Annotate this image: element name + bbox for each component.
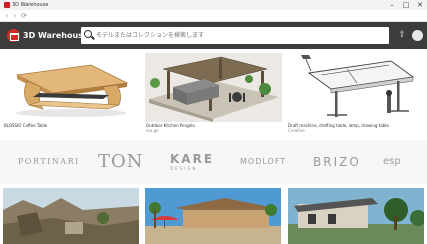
window-titlebar: 3D Warehouse – □ ✕ (0, 0, 427, 10)
model-card[interactable]: BLOSSIO Coffee Table (3, 53, 140, 135)
minimize-button[interactable]: – (385, 0, 399, 10)
brand-logo-ton[interactable]: TON (98, 152, 144, 172)
app-icon (4, 2, 10, 8)
window-title: 3D Warehouse (12, 2, 49, 8)
reload-button[interactable]: ⟳ (20, 11, 28, 21)
model-thumbnail[interactable] (288, 188, 424, 244)
brand-logo-esp[interactable]: esp (383, 152, 401, 172)
brand-logo-kare-sub: DESIGN (170, 166, 198, 171)
model-thumbnail[interactable] (145, 53, 282, 122)
maximize-button[interactable]: □ (399, 0, 413, 10)
site-header: 3D Warehouse ⇪ (0, 22, 427, 49)
search-input[interactable] (96, 28, 384, 43)
search-box[interactable] (81, 27, 389, 44)
brand-logo-kare[interactable]: KARE DESIGN (170, 152, 214, 172)
brand-logo-brizo[interactable]: BRIZO (313, 152, 361, 172)
model-title[interactable]: BLOSSIO Coffee Table (4, 123, 140, 128)
model-author[interactable]: mu.ge (146, 128, 282, 133)
brand-strip: PORTINARI TON KARE DESIGN MODLOFT BRIZO … (0, 140, 427, 184)
search-icon[interactable] (84, 30, 92, 38)
forward-button[interactable]: › (11, 11, 19, 21)
model-thumbnail[interactable] (287, 53, 424, 122)
warehouse-logo-icon[interactable] (7, 29, 20, 42)
model-card[interactable]: Outdoor Kitchen Pergola mu.ge (145, 53, 282, 135)
browser-nav-bar: ‹ › ⟳ (0, 10, 427, 22)
back-button[interactable]: ‹ (3, 11, 11, 21)
brand-name[interactable]: 3D Warehouse (23, 30, 88, 41)
avatar[interactable] (412, 30, 423, 41)
model-thumbnail[interactable] (3, 188, 139, 244)
model-thumbnail[interactable] (3, 53, 140, 122)
model-author[interactable]: Creative (288, 128, 424, 133)
model-card[interactable]: Draft machine, drafting table, lamp, dra… (287, 53, 424, 135)
model-thumbnail[interactable] (145, 188, 281, 244)
brand-logo-kare-name: KARE (170, 152, 215, 166)
close-button[interactable]: ✕ (413, 0, 427, 10)
brand-logo-portinari[interactable]: PORTINARI (18, 152, 80, 172)
brand-logo-modloft[interactable]: MODLOFT (240, 152, 286, 172)
upload-icon[interactable]: ⇪ (397, 30, 407, 41)
